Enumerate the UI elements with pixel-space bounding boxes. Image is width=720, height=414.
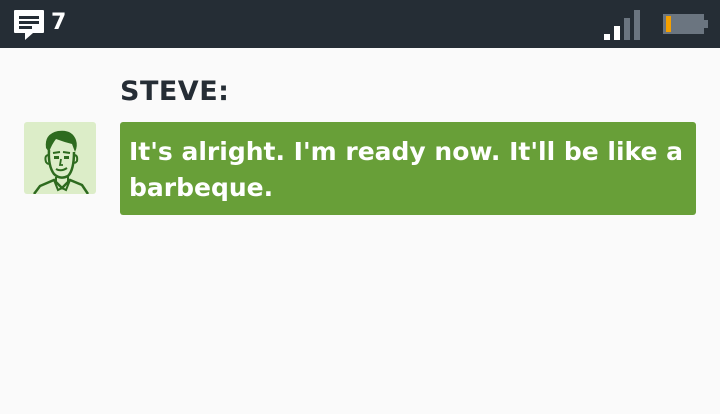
battery-low-icon (663, 14, 708, 34)
dialog-bubble[interactable]: It's alright. I'm ready now. It'll be li… (120, 122, 696, 215)
message-count: 7 (51, 10, 67, 35)
signal-strength-icon (604, 10, 640, 40)
speaker-avatar (24, 122, 96, 194)
speaker-name: STEVE: (120, 76, 230, 107)
dialog-text: It's alright. I'm ready now. It'll be li… (129, 137, 684, 202)
steve-portrait (33, 130, 90, 194)
status-bar: 7 (0, 0, 720, 48)
chat-bubble-icon[interactable] (12, 8, 46, 42)
